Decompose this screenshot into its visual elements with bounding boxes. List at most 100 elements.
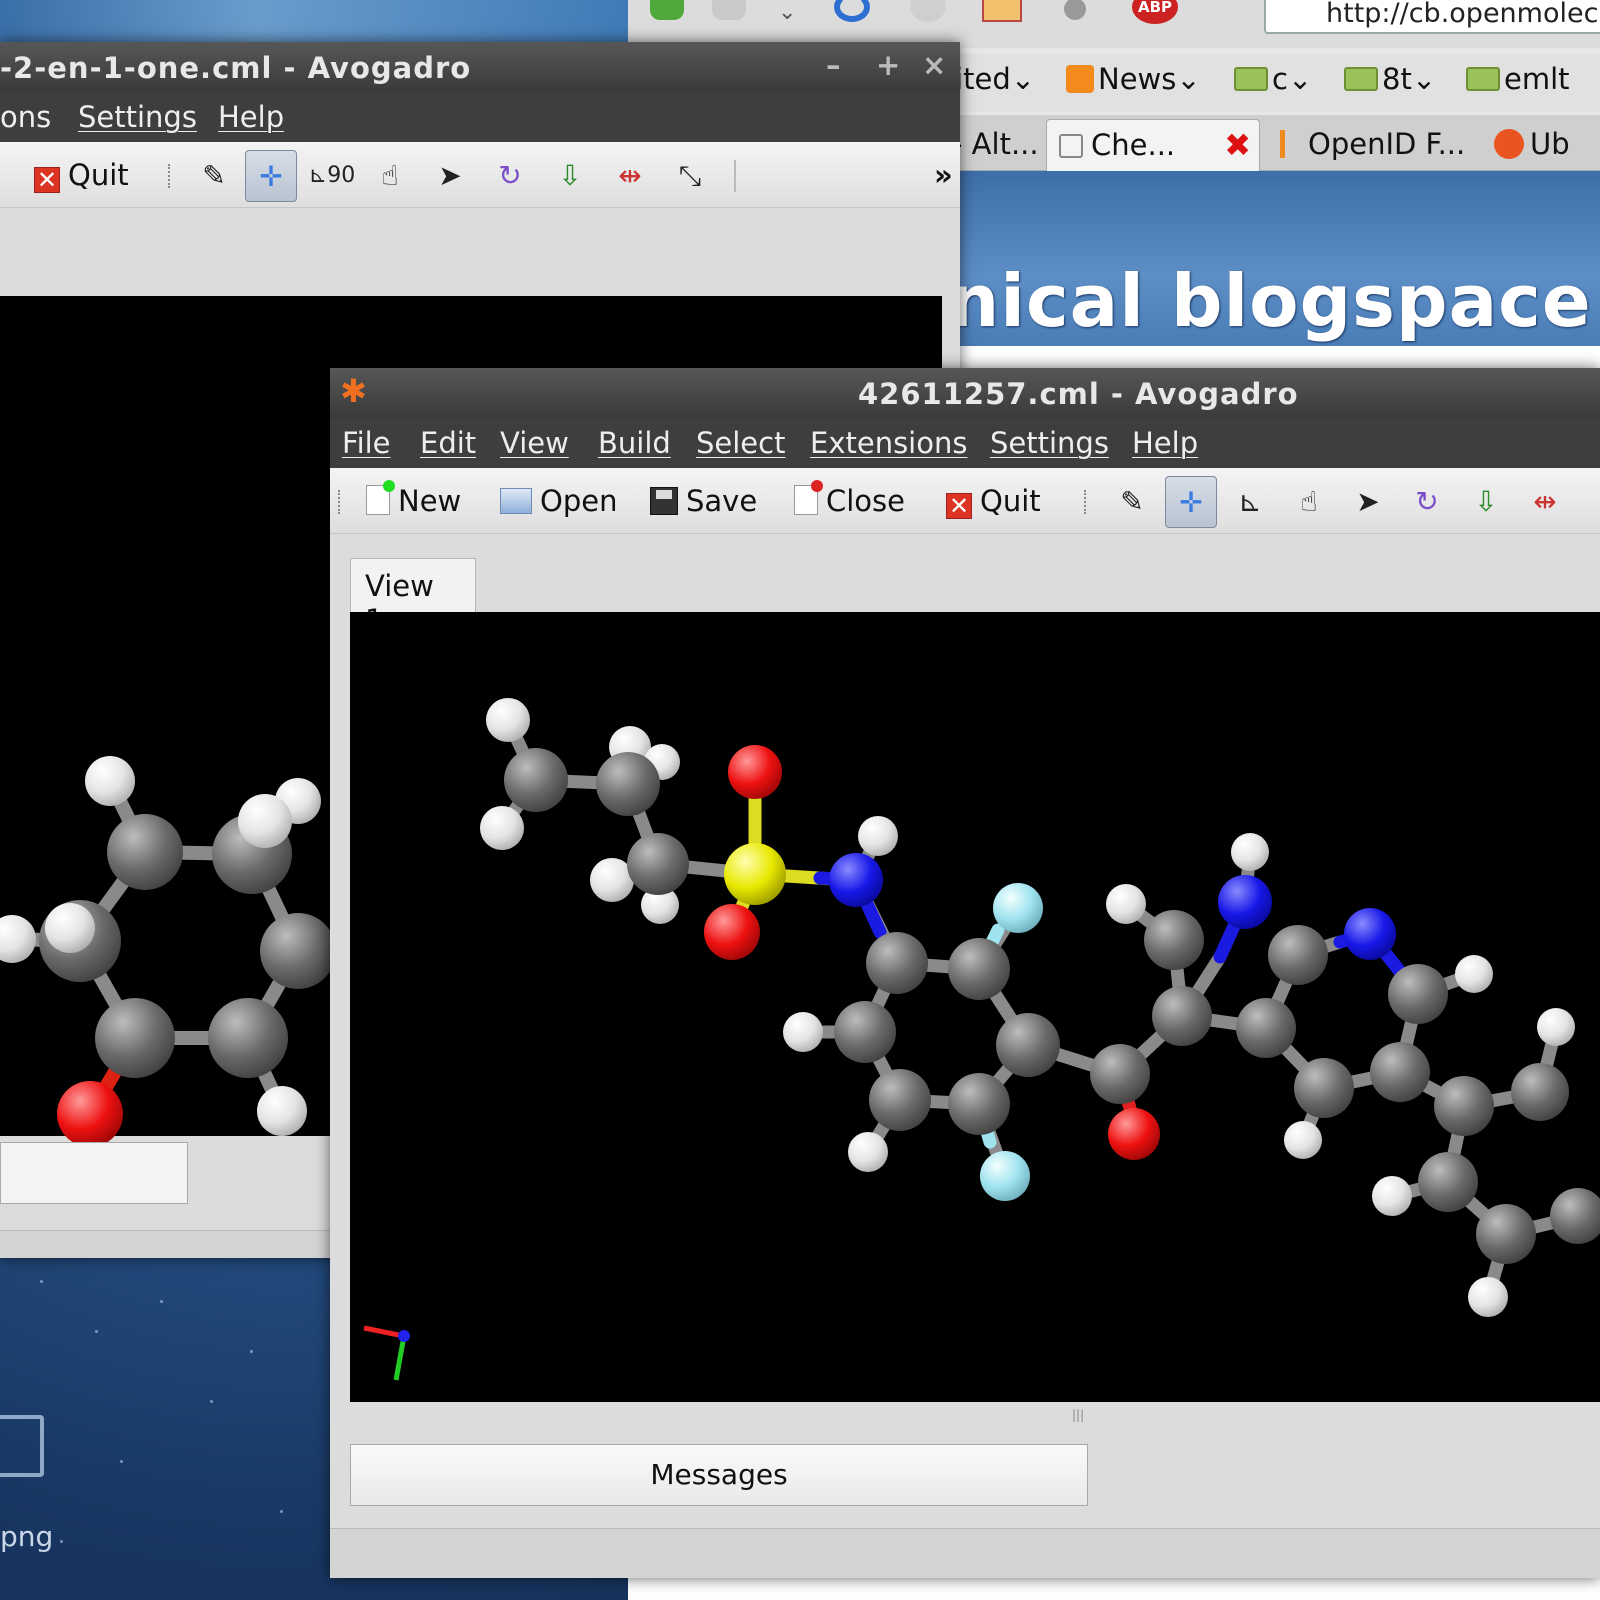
menu-settings[interactable]: Settings [78, 100, 197, 134]
save-icon [650, 487, 678, 515]
nitrogen-atom [1344, 908, 1396, 960]
carbon-atom [260, 913, 336, 989]
save-button[interactable]: Save [650, 480, 757, 522]
quit-button[interactable]: ✕ Quit [946, 480, 1041, 522]
window-title-bar[interactable]: ✱ 42611257.cml - Avogadro [330, 368, 1600, 418]
auto-optimize-tool-icon[interactable]: ⇩ [544, 150, 596, 202]
menu-settings[interactable]: Settings [990, 426, 1109, 460]
carbon-atom [948, 938, 1010, 1000]
molecule-viewport[interactable] [350, 612, 1600, 1402]
url-bar[interactable]: http://cb.openmolec [1264, 0, 1600, 34]
maximize-icon[interactable]: + [876, 48, 901, 82]
menu-extensions[interactable]: Extensions [810, 426, 967, 460]
manipulate-tool-icon[interactable]: ☝ [364, 150, 416, 202]
menu-select[interactable]: Select [696, 426, 785, 460]
draw-tool-icon[interactable]: ✎ [1106, 476, 1158, 528]
toolbar-grip[interactable] [1084, 490, 1090, 514]
reload-icon[interactable] [834, 0, 870, 22]
window-title: 42611257.cml - Avogadro [858, 377, 1299, 411]
history-dropdown-icon[interactable]: ⌄ [778, 0, 796, 25]
carbon-atom [1236, 998, 1296, 1058]
browser-tab-ubuntu[interactable]: Ub [1482, 119, 1582, 171]
bookmark-news[interactable]: News⌄ [1066, 62, 1201, 96]
window-title-bar[interactable]: -2-en-1-one.cml - Avogadro – + × [0, 42, 960, 92]
tab-view-1[interactable]: View 1 [350, 558, 476, 637]
status-bar [330, 1528, 1600, 1578]
toolbar-overflow-button[interactable]: » [934, 154, 953, 196]
main-toolbar: New Open Save Close ✕ Quit ✎ ✛ ⊾ ☝ ➤ ↻ ⇩ ⇹ [330, 468, 1600, 534]
stop-icon[interactable] [910, 0, 946, 22]
navigate-tool-icon[interactable]: ✛ [245, 150, 297, 202]
browser-tab-openid[interactable]: OpenID F... [1268, 119, 1477, 171]
select-tool-icon[interactable]: ➤ [424, 150, 476, 202]
carbon-atom [1090, 1044, 1150, 1104]
open-button[interactable]: Open [500, 480, 617, 522]
close-window-icon[interactable]: × [922, 48, 947, 82]
splitter-handle[interactable]: ||| [1072, 1408, 1084, 1422]
desktop-file-icon[interactable] [0, 1415, 44, 1477]
carbon-atom [95, 998, 175, 1078]
toolbar-grip[interactable] [168, 164, 174, 188]
menu-file[interactable]: File [342, 426, 391, 460]
back-arrow-icon[interactable] [650, 0, 684, 20]
navigate-tool-icon[interactable]: ✛ [1165, 476, 1217, 528]
rotate-tool-icon[interactable]: ↻ [484, 150, 536, 202]
nitrogen-atom [1218, 875, 1272, 929]
new-button[interactable]: New [366, 480, 461, 522]
bookmark-folder-8t[interactable]: 8t⌄ [1344, 62, 1436, 96]
home-icon[interactable] [982, 0, 1022, 22]
toolbar-grip[interactable] [338, 490, 344, 514]
quit-button[interactable]: ✕ Quit [34, 154, 129, 196]
hydrogen-atom [1372, 1176, 1412, 1216]
folder-icon [1466, 67, 1500, 91]
carbon-atom [948, 1073, 1010, 1135]
messages-button[interactable]: Messages [350, 1444, 1088, 1506]
bond-centric-tool-icon[interactable]: ⤡ [664, 150, 716, 202]
hydrogen-atom [1231, 833, 1269, 871]
menu-extensions[interactable]: ons [0, 100, 51, 134]
close-button[interactable]: Close [794, 480, 905, 522]
menu-view[interactable]: View [500, 426, 569, 460]
browser-navigation-bar: ⌄ ABP http://cb.openmolec [628, 0, 1600, 48]
measure-tool-icon[interactable]: ⊾ [1224, 476, 1276, 528]
openid-icon [1280, 130, 1300, 158]
bookmark-folder-c[interactable]: c⌄ [1234, 62, 1312, 96]
desktop-panel-strip [0, 0, 640, 44]
avogadro-app-icon: ✱ [340, 372, 368, 410]
bookmark-folder-emlt[interactable]: emlt [1466, 62, 1570, 96]
messages-button-back[interactable] [0, 1142, 188, 1204]
measure-tool-icon[interactable]: ⊾90 [306, 150, 358, 202]
forward-arrow-icon[interactable] [712, 0, 746, 20]
select-tool-icon[interactable]: ➤ [1342, 476, 1394, 528]
carbon-atom [504, 748, 568, 812]
rotate-tool-icon[interactable]: ↻ [1401, 476, 1453, 528]
align-tool-icon[interactable]: ⇹ [604, 150, 656, 202]
quit-icon: ✕ [34, 167, 60, 193]
auto-optimize-tool-icon[interactable]: ⇩ [1460, 476, 1512, 528]
ubuntu-icon [1494, 129, 1524, 159]
folder-icon [1344, 67, 1378, 91]
oxygen-atom [1108, 1108, 1160, 1160]
hydrogen-atom [480, 806, 524, 850]
adblock-icon[interactable]: ABP [1132, 0, 1178, 24]
hydrogen-atom [848, 1132, 888, 1172]
close-tab-icon[interactable]: ✖ [1224, 126, 1251, 164]
menu-edit[interactable]: Edit [420, 426, 476, 460]
minimize-icon[interactable]: – [826, 48, 842, 82]
carbon-atom [866, 932, 928, 994]
carbon-atom [596, 752, 660, 816]
menu-bar: ons Settings Help [0, 92, 960, 142]
oxygen-atom [704, 904, 760, 960]
draw-tool-icon[interactable]: ✎ [188, 150, 240, 202]
menu-build[interactable]: Build [598, 426, 671, 460]
avogadro-window-front: ✱ 42611257.cml - Avogadro File Edit View… [330, 368, 1600, 1578]
tool-palette: ✎ ✛ ⊾ ☝ ➤ ↻ ⇩ ⇹ [1106, 468, 1600, 534]
manipulate-tool-icon[interactable]: ☝ [1283, 476, 1335, 528]
hydrogen-atom [238, 794, 292, 848]
align-tool-icon[interactable]: ⇹ [1519, 476, 1571, 528]
extension-icon[interactable] [1064, 0, 1086, 20]
hydrogen-atom [45, 903, 95, 953]
menu-help[interactable]: Help [1132, 426, 1198, 460]
menu-help[interactable]: Help [218, 100, 284, 134]
browser-tab-che[interactable]: Che... ✖ [1046, 119, 1260, 171]
